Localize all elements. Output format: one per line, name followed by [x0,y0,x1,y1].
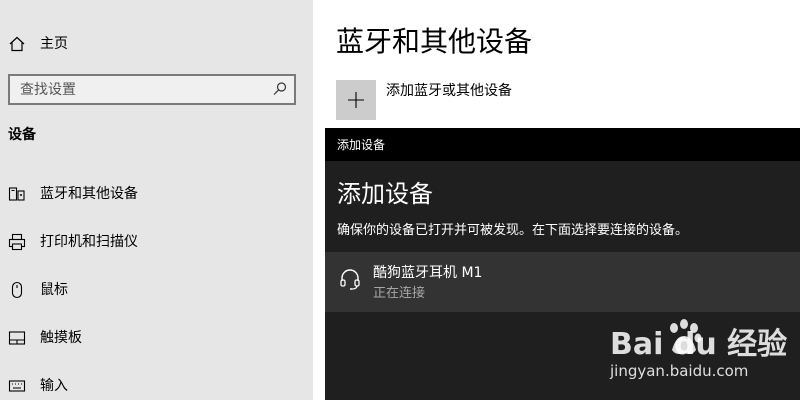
headset-icon [339,267,361,291]
home-icon [8,35,26,53]
nav-home-label: 主页 [40,36,68,52]
sidebar-item-touchpad[interactable]: 触摸板 [0,318,313,358]
keyboard-icon [8,377,26,395]
add-device-button[interactable]: 添加蓝牙或其他设备 [336,80,636,124]
page-title: 蓝牙和其他设备 [336,25,533,58]
add-tile[interactable] [336,80,376,120]
paw-logo-icon [662,316,706,360]
sidebar: 主页 设备 蓝牙和其他设备 打印机和扫描仪 鼠标 触摸板 [0,0,313,400]
dialog-heading: 添加设备 [337,180,433,208]
sidebar-item-label: 触摸板 [40,330,82,346]
watermark-url: jingyan.baidu.com [610,362,749,380]
mouse-icon [8,281,26,299]
plus-icon [347,91,365,109]
device-name: 酷狗蓝牙耳机 M1 [373,265,483,281]
device-status: 正在连接 [373,286,426,301]
bluetooth-devices-icon [8,185,26,203]
sidebar-item-typing[interactable]: 输入 [0,366,313,400]
dialog-description: 确保你的设备已打开并可被发现。在下面选择要连接的设备。 [337,223,689,238]
sidebar-item-bluetooth[interactable]: 蓝牙和其他设备 [0,174,313,214]
section-title: 设备 [8,127,36,143]
search-box[interactable] [8,74,296,105]
sidebar-item-mouse[interactable]: 鼠标 [0,270,313,310]
watermark: Bai du 经验 jingyan.baidu.com [610,316,790,386]
sidebar-item-label: 鼠标 [40,282,68,298]
sidebar-item-label: 输入 [40,378,68,394]
touchpad-icon [8,329,26,347]
device-list-item[interactable]: 酷狗蓝牙耳机 M1 正在连接 [325,252,800,312]
search-icon[interactable] [272,81,288,97]
dialog-titlebar[interactable]: 添加设备 [325,128,800,161]
add-device-label: 添加蓝牙或其他设备 [386,83,512,99]
nav-home[interactable]: 主页 [0,28,313,60]
printer-icon [8,233,26,251]
sidebar-item-label: 蓝牙和其他设备 [40,186,138,202]
search-input[interactable] [10,76,260,103]
sidebar-item-label: 打印机和扫描仪 [40,234,138,250]
dialog-window-title: 添加设备 [337,138,386,152]
sidebar-item-printers[interactable]: 打印机和扫描仪 [0,222,313,262]
